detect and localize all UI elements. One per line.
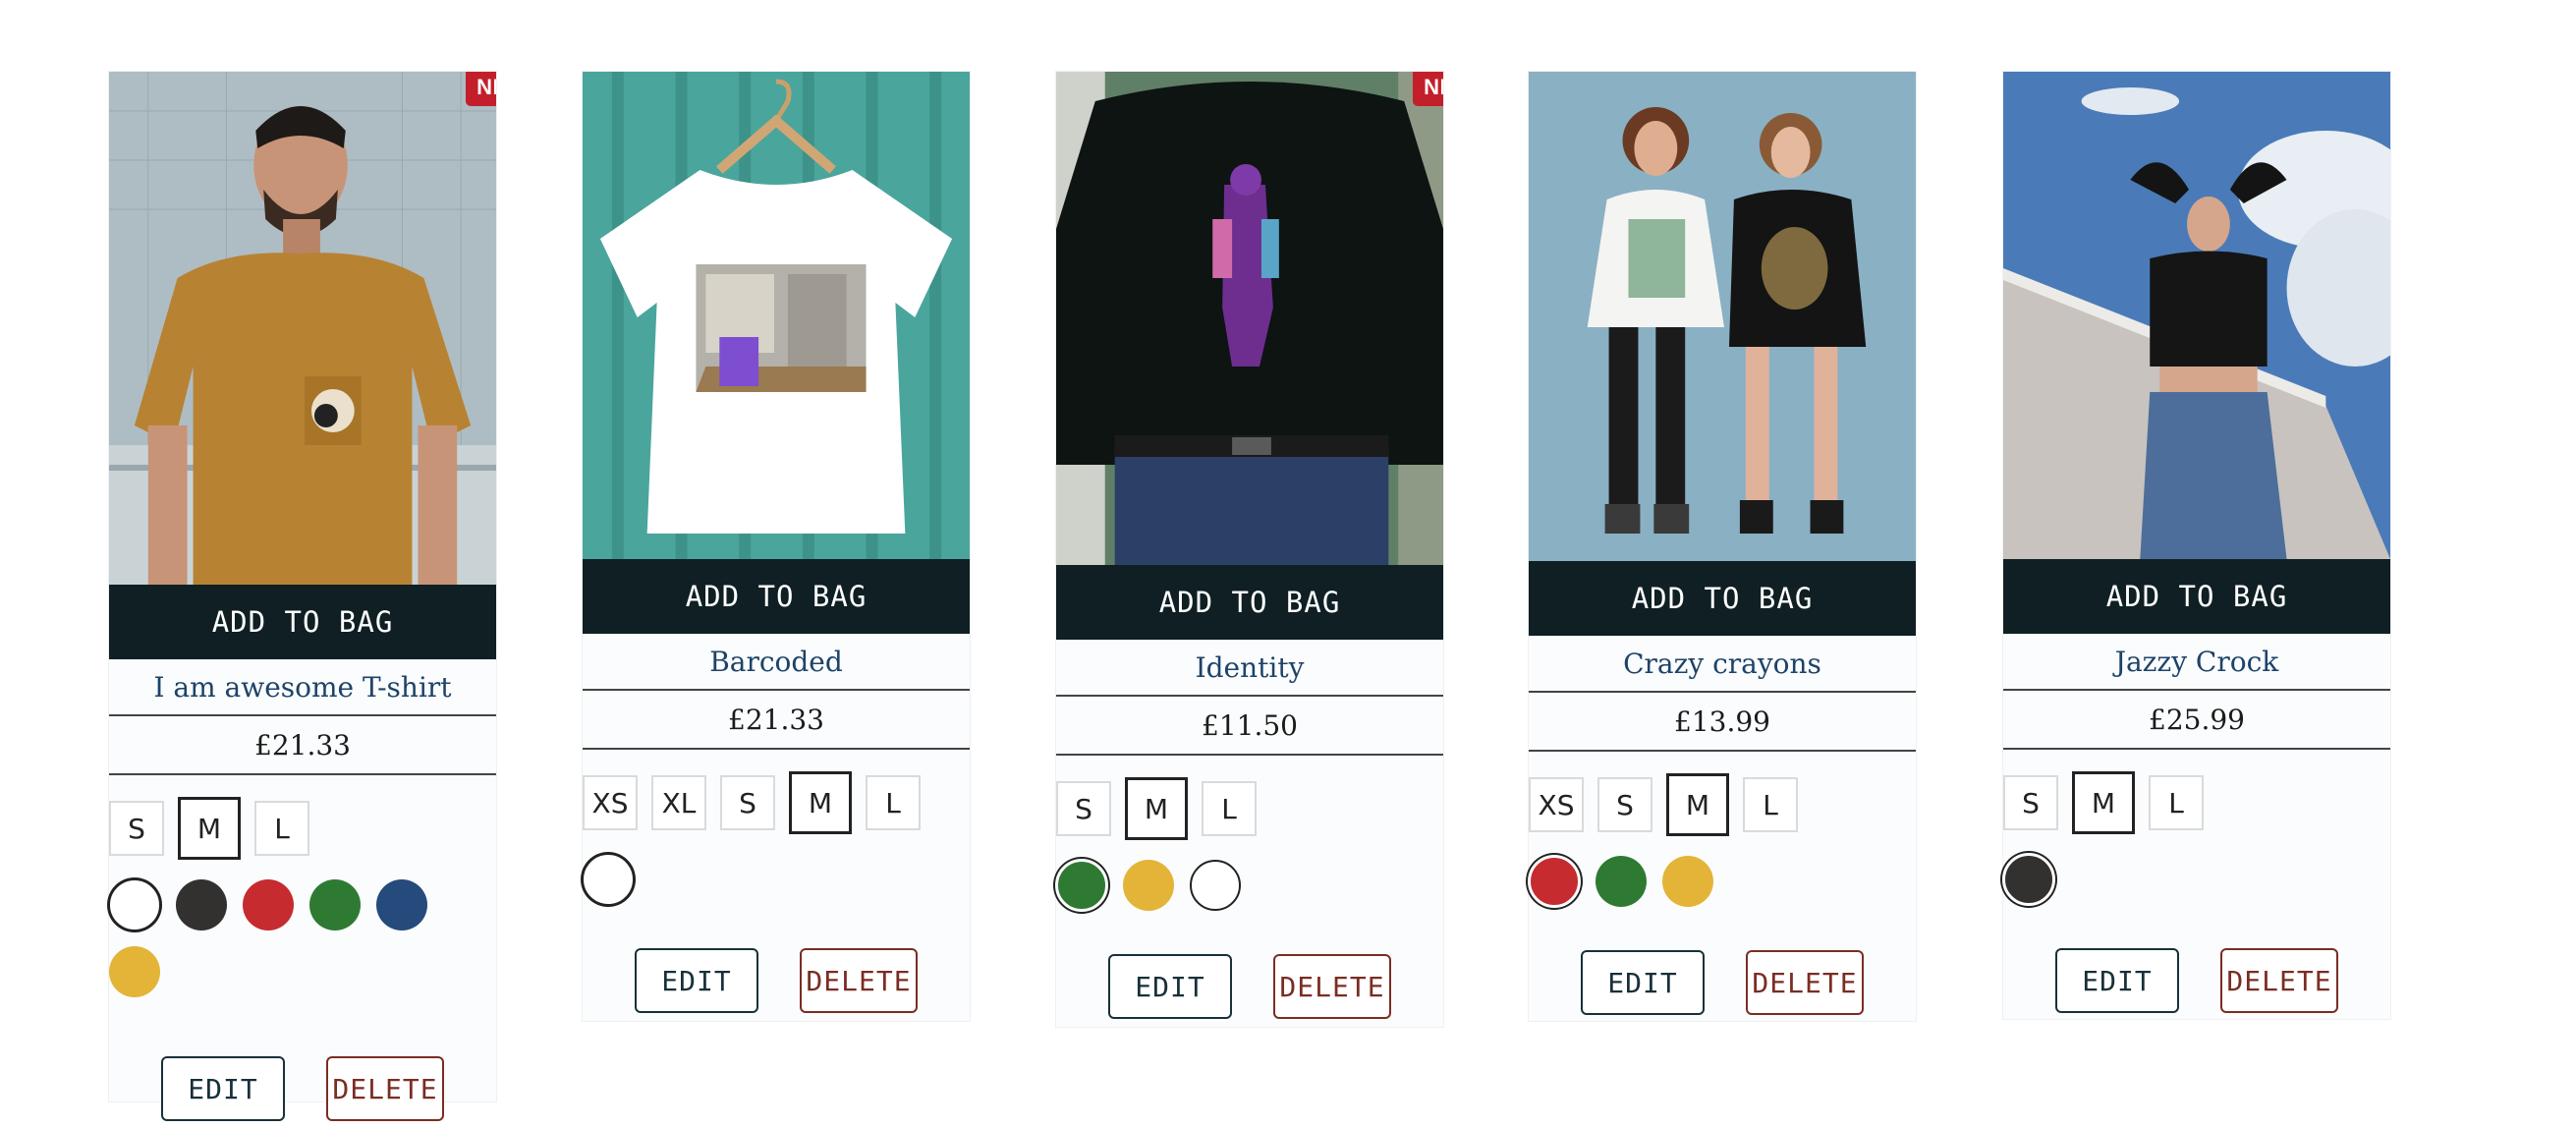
- size-option[interactable]: L: [2149, 775, 2204, 830]
- size-option[interactable]: S: [2003, 775, 2058, 830]
- size-option[interactable]: L: [1202, 781, 1257, 836]
- product-card: ADD TO BAG Barcoded £21.33 XS XL S M L E…: [582, 71, 971, 1022]
- color-swatch-red[interactable]: [1528, 855, 1581, 908]
- delete-button[interactable]: DELETE: [1746, 950, 1864, 1015]
- white-tshirt-on-hanger-photo: [583, 72, 970, 559]
- size-option-selected[interactable]: M: [178, 797, 241, 860]
- new-badge: NEW: [466, 72, 496, 106]
- size-option[interactable]: S: [1597, 777, 1652, 832]
- color-swatch-white[interactable]: [108, 878, 161, 931]
- color-swatch-green[interactable]: [1596, 856, 1647, 907]
- product-photo[interactable]: [1529, 72, 1916, 561]
- product-card: ADD TO BAG Crazy crayons £13.99 XS S M L…: [1528, 71, 1917, 1022]
- card-actions: EDIT DELETE: [1529, 950, 1916, 1015]
- product-price: £21.33: [109, 716, 496, 775]
- color-swatch-green[interactable]: [309, 879, 361, 931]
- add-to-bag-button[interactable]: ADD TO BAG: [1056, 565, 1443, 640]
- size-option-selected[interactable]: M: [789, 771, 852, 834]
- product-name[interactable]: I am awesome T-shirt: [109, 659, 496, 716]
- size-option[interactable]: L: [1743, 777, 1798, 832]
- delete-button[interactable]: DELETE: [800, 948, 918, 1013]
- size-selector: XS XL S M L: [583, 750, 970, 834]
- edit-button[interactable]: EDIT: [2055, 948, 2179, 1013]
- color-selector: [2002, 834, 2337, 906]
- edit-button[interactable]: EDIT: [1108, 954, 1232, 1019]
- delete-button[interactable]: DELETE: [1273, 954, 1391, 1019]
- size-option[interactable]: L: [866, 775, 921, 830]
- product-price: £25.99: [2003, 691, 2390, 750]
- product-photo[interactable]: NEW: [1056, 72, 1443, 565]
- product-name[interactable]: Barcoded: [583, 634, 970, 691]
- color-swatch-blue[interactable]: [376, 879, 427, 931]
- size-option[interactable]: S: [720, 775, 775, 830]
- size-option[interactable]: L: [254, 801, 309, 856]
- new-badge: NEW: [1413, 72, 1443, 106]
- color-selector: [1055, 840, 1390, 912]
- size-option-selected[interactable]: M: [1125, 777, 1188, 840]
- product-price: £13.99: [1529, 693, 1916, 752]
- color-swatch-green[interactable]: [1055, 859, 1108, 912]
- product-card: ADD TO BAG Jazzy Crock £25.99 S M L EDIT…: [2002, 71, 2391, 1020]
- color-swatch-white[interactable]: [1190, 860, 1241, 911]
- product-photo[interactable]: [583, 72, 970, 559]
- product-name[interactable]: Crazy crayons: [1529, 636, 1916, 693]
- edit-button[interactable]: EDIT: [635, 948, 758, 1013]
- product-photo[interactable]: NEW: [109, 72, 496, 585]
- product-photo[interactable]: [2003, 72, 2390, 559]
- add-to-bag-button[interactable]: ADD TO BAG: [583, 559, 970, 634]
- size-option-selected[interactable]: M: [1666, 773, 1729, 836]
- color-selector: [582, 834, 917, 906]
- card-actions: EDIT DELETE: [2003, 948, 2390, 1013]
- woman-black-top-jeans-photo: [2003, 72, 2390, 559]
- color-swatch-black[interactable]: [176, 879, 227, 931]
- product-name[interactable]: Identity: [1056, 640, 1443, 697]
- size-option-selected[interactable]: M: [2072, 771, 2135, 834]
- two-women-tshirts-photo: [1529, 72, 1916, 561]
- color-selector: [108, 860, 443, 997]
- man-ochre-tshirt-photo: [109, 72, 496, 585]
- delete-button[interactable]: DELETE: [2220, 948, 2338, 1013]
- product-name[interactable]: Jazzy Crock: [2003, 634, 2390, 691]
- color-swatch-yellow[interactable]: [109, 946, 160, 997]
- size-option[interactable]: XS: [583, 775, 638, 830]
- delete-button[interactable]: DELETE: [326, 1056, 444, 1121]
- color-swatch-red[interactable]: [243, 879, 294, 931]
- size-selector: S M L: [2003, 750, 2390, 834]
- size-option[interactable]: XL: [651, 775, 706, 830]
- size-selector: S M L: [1056, 756, 1443, 840]
- add-to-bag-button[interactable]: ADD TO BAG: [109, 585, 496, 659]
- product-card: NEW ADD TO BAG Identity £11.50 S M L EDI…: [1055, 71, 1444, 1028]
- card-actions: EDIT DELETE: [109, 1056, 496, 1121]
- product-card: NEW ADD TO BAG I am awesome T-shirt £21.…: [108, 71, 497, 1121]
- size-option[interactable]: XS: [1529, 777, 1584, 832]
- color-swatch-yellow[interactable]: [1123, 860, 1174, 911]
- product-price: £11.50: [1056, 697, 1443, 756]
- card-actions: EDIT DELETE: [1056, 954, 1443, 1019]
- card-actions: EDIT DELETE: [583, 948, 970, 1013]
- size-option[interactable]: S: [1056, 781, 1111, 836]
- color-swatch-white[interactable]: [582, 853, 635, 906]
- add-to-bag-button[interactable]: ADD TO BAG: [2003, 559, 2390, 634]
- size-option[interactable]: S: [109, 801, 164, 856]
- black-tshirt-graphic-photo: [1056, 72, 1443, 565]
- edit-button[interactable]: EDIT: [1581, 950, 1705, 1015]
- add-to-bag-button[interactable]: ADD TO BAG: [1529, 561, 1916, 636]
- size-selector: XS S M L: [1529, 752, 1916, 836]
- color-swatch-black[interactable]: [2002, 853, 2055, 906]
- color-swatch-yellow[interactable]: [1662, 856, 1713, 907]
- size-selector: S M L: [109, 775, 496, 860]
- product-price: £21.33: [583, 691, 970, 750]
- color-selector: [1528, 836, 1863, 908]
- edit-button[interactable]: EDIT: [161, 1056, 285, 1121]
